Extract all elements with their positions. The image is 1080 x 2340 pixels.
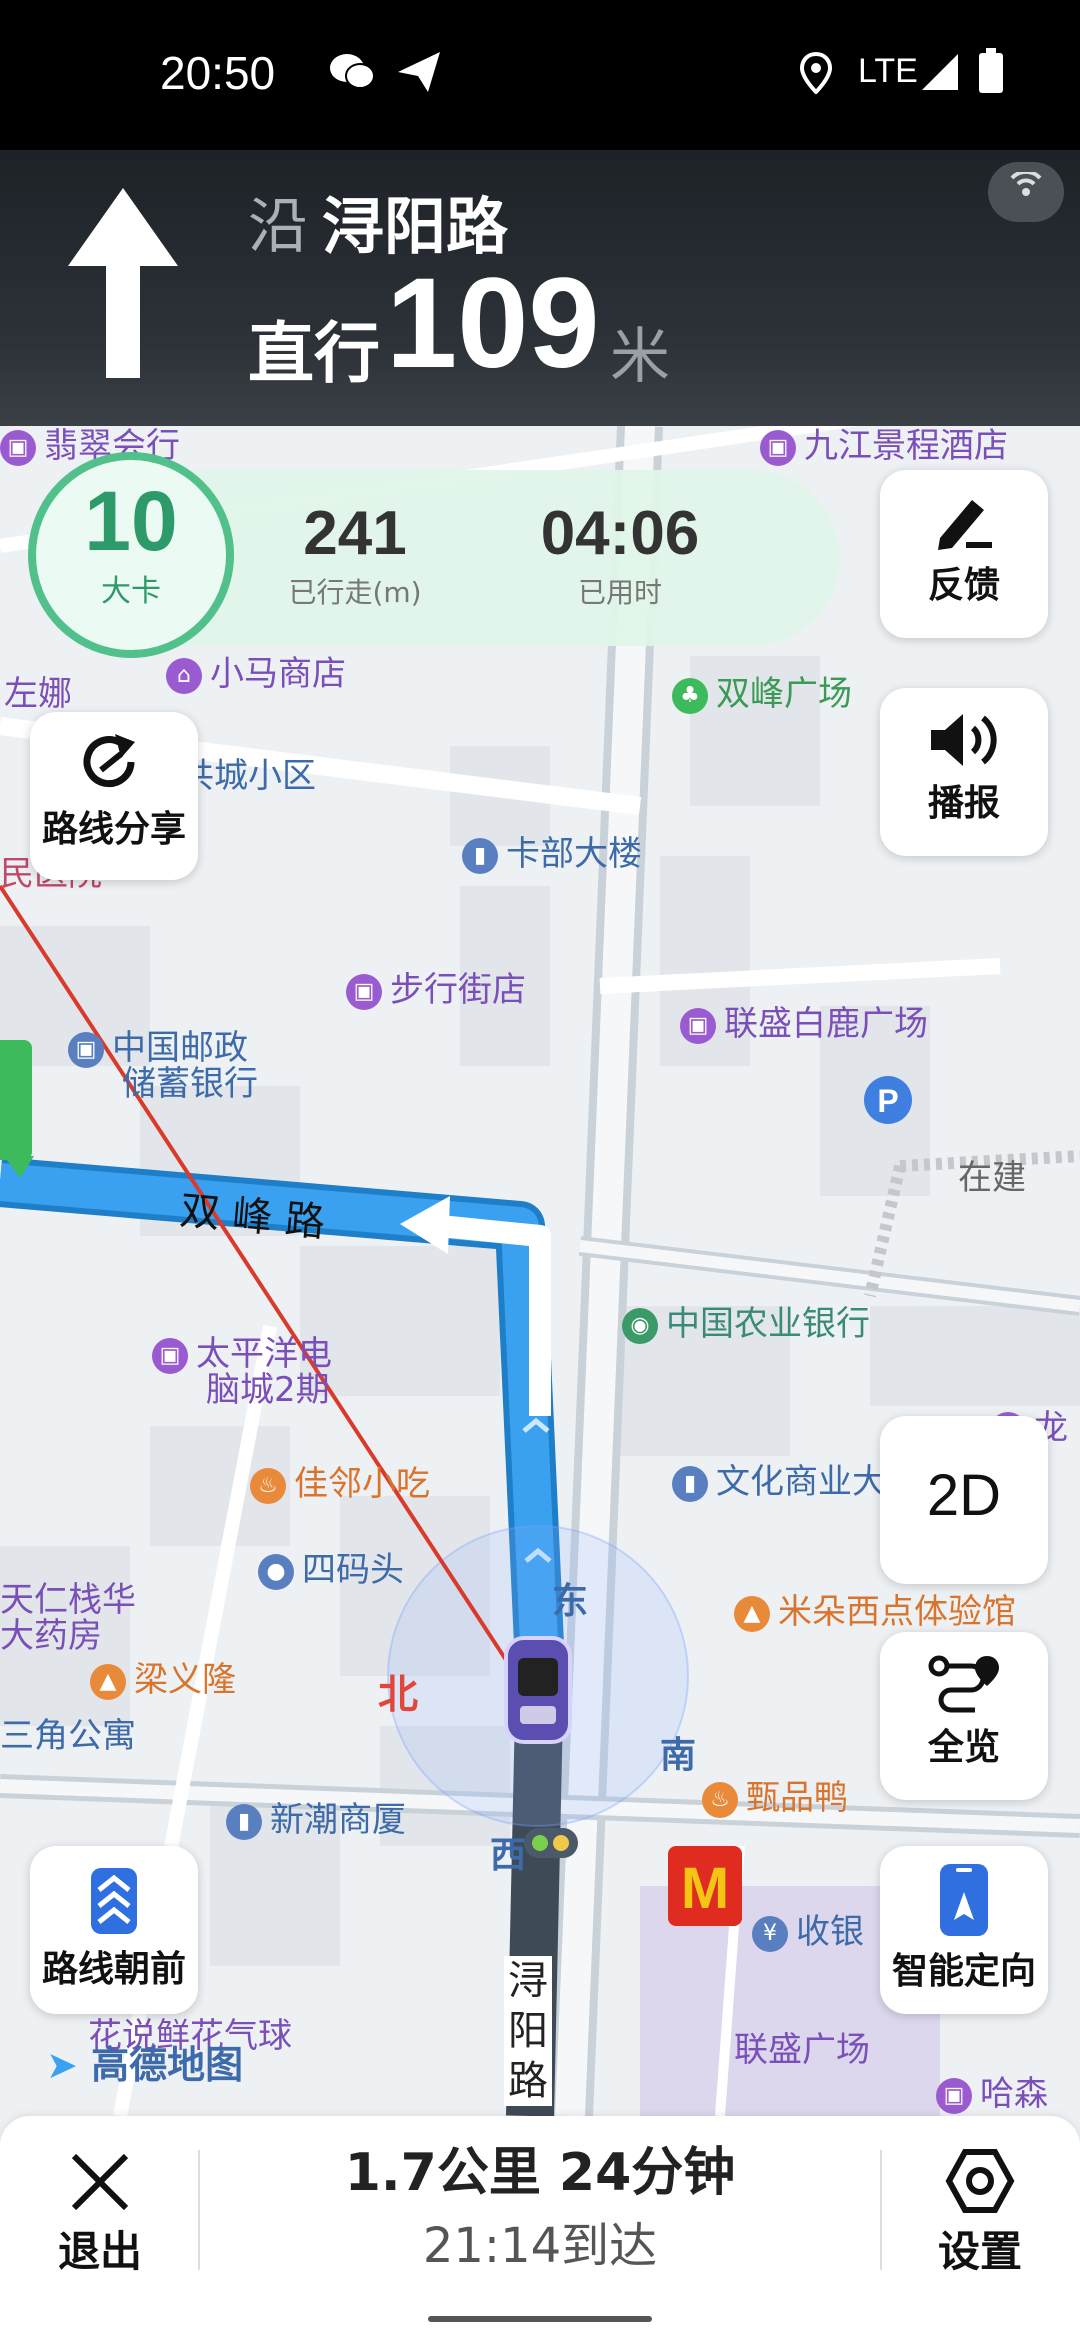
road-label-xunyang: 浔 阳 路 — [504, 1956, 552, 2106]
speaker-icon — [931, 714, 997, 766]
poi-label[interactable]: 左娜 — [4, 666, 72, 715]
map-brand: ➤ 高德地图 — [46, 2043, 244, 2087]
navigation-bottom-bar: 退出 1.7公里 24分钟 21:14到达 设置 — [0, 2116, 1080, 2340]
location-icon — [800, 52, 832, 94]
poi-label[interactable]: ● 四码头 — [258, 1542, 404, 1591]
poi-label[interactable]: ♨ 佳邻小吃 — [250, 1456, 430, 1505]
battery-icon — [979, 48, 1003, 93]
settings-label: 设置 — [937, 2227, 1022, 2276]
straight-arrow-icon — [68, 188, 178, 378]
overview-label: 全览 — [927, 1727, 1000, 1768]
voice-wave-icon — [1010, 172, 1042, 196]
wechat-icon — [330, 54, 375, 89]
svg-text:P: P — [877, 1083, 898, 1119]
poi-label[interactable]: 三角公寓 — [0, 1708, 136, 1757]
speed-value: 10 — [84, 474, 178, 568]
traveled-label: 已行走(m) — [288, 576, 422, 609]
guidance-distance: 109 — [386, 252, 600, 395]
divider — [198, 2150, 200, 2270]
voice-toggle-button[interactable] — [988, 162, 1064, 222]
compass-east: 东 — [552, 1581, 589, 1622]
poi-label[interactable]: ▲ 梁义隆 — [90, 1652, 236, 1701]
poi-label[interactable]: ▣ 九江景程酒店 — [760, 426, 1008, 467]
signal-icon — [922, 54, 958, 90]
elapsed-value: 04:06 — [540, 499, 700, 568]
compass-north: 北 — [378, 1672, 418, 1718]
route-summary: 1.7公里 24分钟 — [344, 2143, 736, 2203]
share-route-label: 路线分享 — [41, 809, 186, 850]
poi-label[interactable]: ¥ 收银 — [752, 1904, 864, 1953]
divider — [880, 2150, 882, 2270]
view-mode-button[interactable]: 2D — [880, 1416, 1048, 1584]
share-arrow-icon — [83, 734, 135, 788]
poi-label[interactable]: ♨ 甄品鸭 — [702, 1770, 848, 1819]
elapsed-label: 已用时 — [577, 576, 662, 609]
guidance-action: 直行 — [248, 315, 380, 392]
status-bar: 20:50 LTE — [0, 0, 1080, 150]
route-heading-button[interactable]: 路线朝前 — [30, 1846, 198, 2014]
network-type: LTE — [858, 52, 918, 90]
guidance-unit: 米 — [610, 322, 670, 392]
smart-orientation-label: 智能定向 — [891, 1951, 1036, 1992]
poi-label[interactable]: ▣ 步行街店 — [346, 962, 526, 1011]
traveled-value: 241 — [303, 499, 407, 568]
compass-west: 西 — [490, 1835, 527, 1876]
guidance-prefix: 沿 — [248, 192, 308, 262]
settings-button[interactable]: 设置 — [930, 2136, 1030, 2279]
poi-label[interactable]: ▮ 卡部大楼 — [462, 826, 642, 875]
close-icon — [71, 2153, 129, 2211]
phone-orientation-icon — [940, 1864, 988, 1936]
speed-indicator: 10 大卡 — [28, 452, 234, 658]
poi-label[interactable]: 大药房 — [0, 1608, 102, 1657]
poi-label[interactable]: ▮ 新潮商厦 — [226, 1792, 406, 1841]
poi-label[interactable]: 储蓄银行 — [122, 1056, 258, 1105]
poi-label[interactable]: 脑城2期 — [206, 1362, 330, 1411]
poi-label[interactable]: ▣ 联盛白鹿广场 — [680, 996, 928, 1045]
poi-label[interactable]: 联盛广场 — [734, 2022, 870, 2071]
elapsed-stat: 04:06 已用时 — [520, 498, 720, 611]
poi-label[interactable]: ▣ 哈森 — [936, 2066, 1048, 2115]
eta-text: 21:14到达 — [422, 2218, 658, 2274]
turn-guidance-panel: 沿 浔阳路 直行 109 米 — [0, 150, 1080, 426]
feedback-label: 反馈 — [927, 565, 1000, 606]
gear-icon — [945, 2149, 1015, 2213]
status-time: 20:50 — [160, 47, 276, 99]
lane-up-icon — [91, 1868, 137, 1934]
poi-label[interactable]: ◉ 中国农业银行 — [622, 1296, 870, 1345]
exit-button[interactable]: 退出 — [50, 2136, 150, 2279]
poi-label[interactable]: 共城小区 — [180, 748, 316, 797]
route-overview-icon — [928, 1655, 999, 1713]
svg-text:M: M — [681, 1856, 729, 1921]
broadcast-button[interactable]: 播报 — [880, 688, 1048, 856]
route-heading-label: 路线朝前 — [41, 1949, 186, 1990]
view-mode-label: 2D — [926, 1463, 1002, 1528]
poi-label[interactable]: ▲ 米朵西点体验馆 — [734, 1584, 1016, 1633]
poi-label[interactable]: ♣ 双峰广场 — [672, 666, 852, 715]
compass-south: 南 — [660, 1735, 697, 1776]
home-indicator[interactable] — [428, 2316, 652, 2322]
amap-logo-icon: ➤ — [46, 2043, 78, 2087]
traveled-stat: 241 已行走(m) — [270, 498, 440, 611]
send-icon — [398, 52, 440, 92]
broadcast-label: 播报 — [927, 783, 1000, 824]
speed-label: 大卡 — [101, 574, 161, 609]
overview-button[interactable]: 全览 — [880, 1632, 1048, 1800]
poi-label[interactable]: ⌂ 小马商店 — [166, 646, 346, 695]
exit-label: 退出 — [57, 2227, 142, 2276]
share-route-button[interactable]: 路线分享 — [30, 712, 198, 880]
poi-label[interactable]: 在建 — [958, 1150, 1026, 1199]
pencil-icon — [938, 500, 992, 550]
smart-orientation-button[interactable]: 智能定向 — [880, 1846, 1048, 2014]
feedback-button[interactable]: 反馈 — [880, 470, 1048, 638]
